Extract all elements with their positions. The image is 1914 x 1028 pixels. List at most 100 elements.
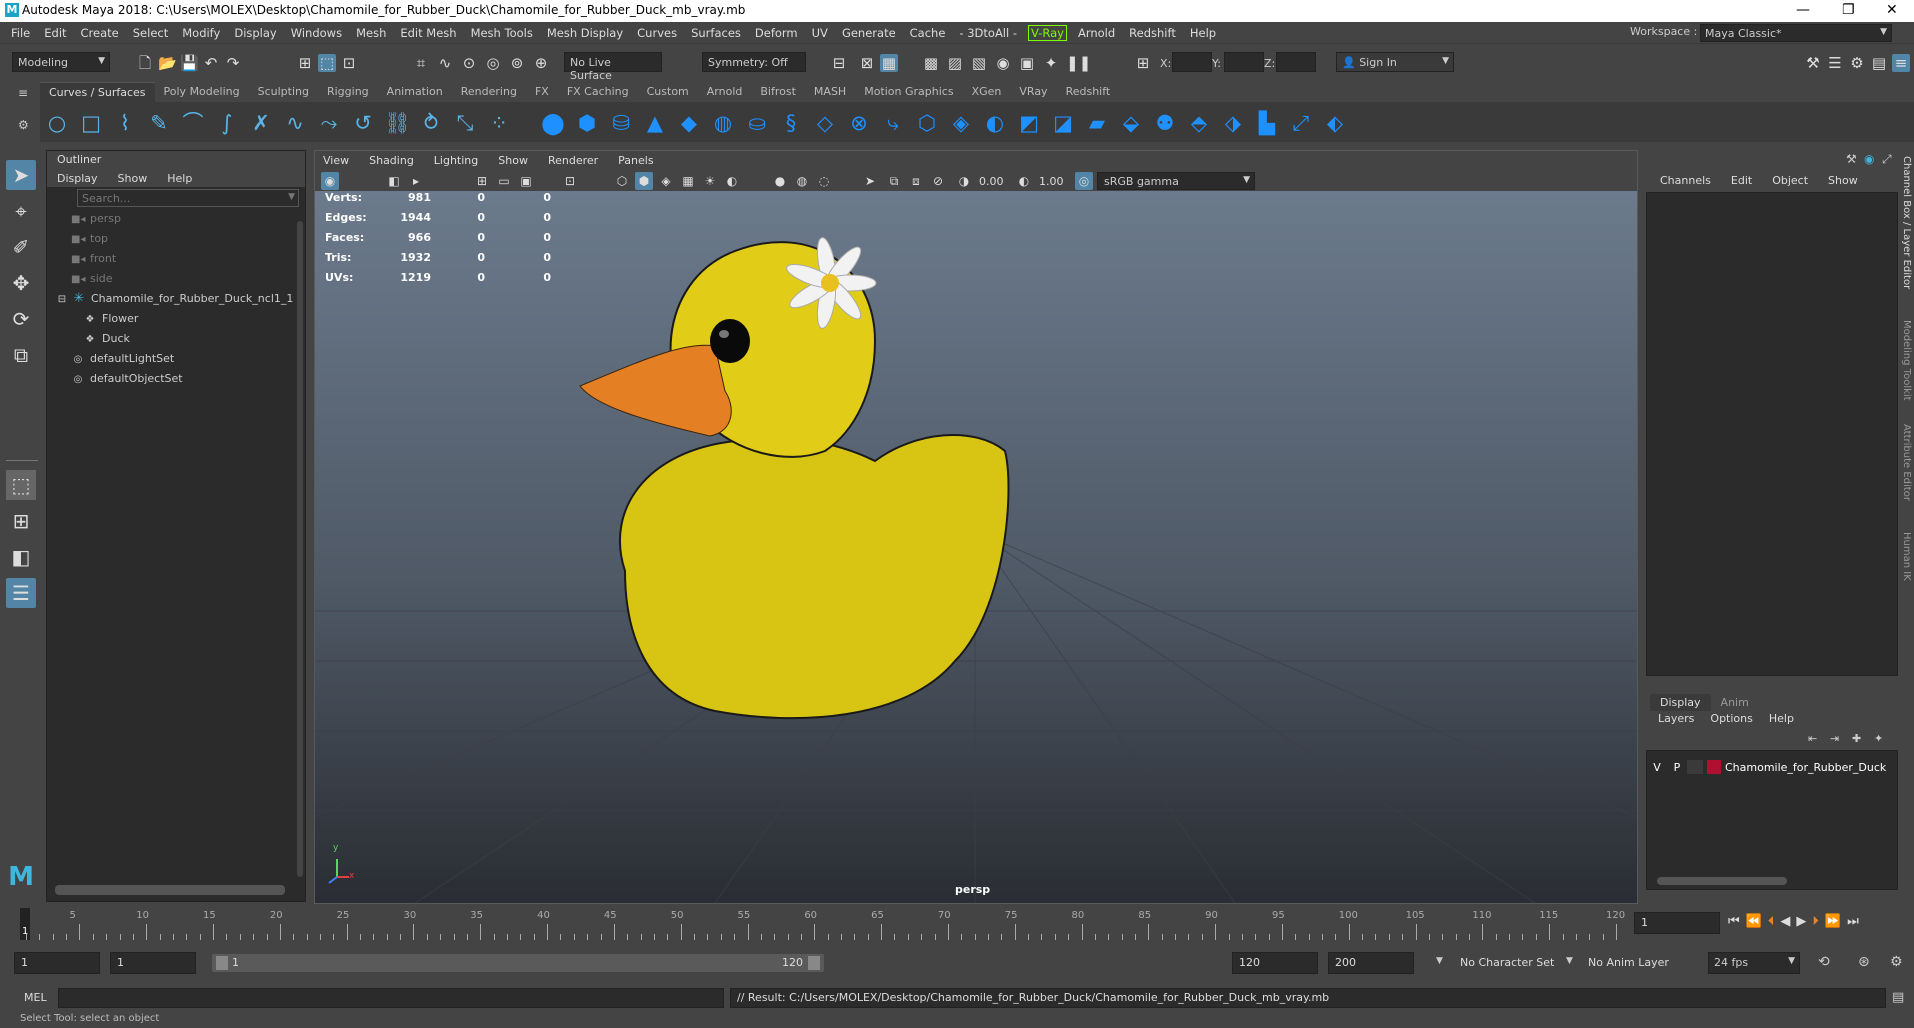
anim-layer-arrow-icon[interactable]: ▼ xyxy=(1566,956,1573,966)
side-tab-attribute-editor[interactable]: Attribute Editor xyxy=(1901,424,1912,501)
playback-end-field[interactable]: 120 xyxy=(1232,952,1318,974)
select-camera-icon[interactable]: ◉ xyxy=(321,172,339,190)
rotate-tool-icon[interactable]: ⟳ xyxy=(6,304,36,334)
film-gate-icon[interactable]: ▭ xyxy=(495,172,513,190)
pause-icon[interactable]: ❚❚ xyxy=(1066,54,1091,72)
xray-active-icon[interactable]: ⧈ xyxy=(907,172,925,190)
select-component-icon[interactable]: ⊡ xyxy=(340,54,358,72)
step-forward-key-icon[interactable]: ⏩ xyxy=(1825,914,1841,929)
character-set-label[interactable]: No Character Set xyxy=(1460,956,1554,969)
exposure-value[interactable]: 0.00 xyxy=(979,175,1004,188)
render-settings-icon[interactable]: ▧ xyxy=(970,54,988,72)
wireframe-on-shaded-icon[interactable]: ◈ xyxy=(657,172,675,190)
menu-edit-mesh[interactable]: Edit Mesh xyxy=(393,22,463,44)
viewport-menu-lighting[interactable]: Lighting xyxy=(426,151,490,171)
outliner-vscrollbar[interactable] xyxy=(297,221,303,877)
four-view-icon[interactable]: ⊞ xyxy=(6,506,36,536)
shelf-tab-bifrost[interactable]: Bifrost xyxy=(751,82,805,102)
viewport-menu-show[interactable]: Show xyxy=(490,151,540,171)
new-empty-layer-icon[interactable]: ✚ xyxy=(1852,732,1861,745)
command-language-label[interactable]: MEL xyxy=(24,991,47,1004)
snap-view-icon[interactable]: ◎ xyxy=(484,54,502,72)
menu-file[interactable]: File xyxy=(4,22,37,44)
shelf-tab-fx-caching[interactable]: FX Caching xyxy=(558,82,638,102)
y-field[interactable] xyxy=(1224,52,1264,72)
layer-hscrollbar[interactable] xyxy=(1657,877,1787,885)
outliner-menu-show[interactable]: Show xyxy=(108,172,158,185)
sign-in-button[interactable]: 👤 Sign In ▼ xyxy=(1336,52,1454,72)
select-tool-icon[interactable]: ➤ xyxy=(6,160,36,190)
channel-layer-icon[interactable]: ≡ xyxy=(1892,54,1910,72)
viewport-menu-view[interactable]: View xyxy=(315,151,361,171)
outliner-item-defaultobjectset[interactable]: ◎ defaultObjectSet xyxy=(47,369,287,389)
menu-mesh[interactable]: Mesh xyxy=(349,22,393,44)
character-set-arrow-icon[interactable]: ▼ xyxy=(1436,956,1443,966)
time-scale[interactable]: 1 5 10 15 20 25 30 35 40 45 50 55 60 65 70 75 80 85 90 95 1… xyxy=(18,906,1628,942)
anim-layer-label[interactable]: No Anim Layer xyxy=(1588,956,1669,969)
viewport-canvas[interactable]: y x Verts: 981 0 0 Edges: 1944 0 0 Faces: 966 0 0… xyxy=(315,191,1637,903)
shelf-tab-custom[interactable]: Custom xyxy=(638,82,698,102)
bezier-curve-icon[interactable]: ⌒ xyxy=(180,110,206,136)
tool-settings-icon[interactable]: ⚙ xyxy=(1848,54,1866,72)
new-scene-icon[interactable]: 🗋 xyxy=(136,54,154,72)
input-output-icon[interactable]: ⊠ xyxy=(858,54,876,72)
restore-button[interactable]: ❐ xyxy=(1842,2,1855,18)
side-tab-human-ik[interactable]: Human IK xyxy=(1901,532,1912,581)
shelf-tab-vray[interactable]: VRay xyxy=(1010,82,1056,102)
square-surface-icon[interactable]: ◈ xyxy=(948,110,974,136)
layer-tab-display[interactable]: Display xyxy=(1650,694,1711,711)
shelf-tab-motion-graphics[interactable]: Motion Graphics xyxy=(855,82,962,102)
offset-curve-icon[interactable]: ⥁ xyxy=(418,110,444,136)
outliner-item-flower[interactable]: ❖ Flower xyxy=(47,309,287,329)
menu-curves[interactable]: Curves xyxy=(630,22,684,44)
outliner-item-duck[interactable]: ❖ Duck xyxy=(47,329,287,349)
outliner-item-top[interactable]: ■◂ top xyxy=(47,229,287,249)
layer-visibility-toggle[interactable]: V xyxy=(1647,761,1667,774)
gamma-value[interactable]: 1.00 xyxy=(1039,175,1064,188)
modeling-toolkit-icon[interactable]: ⚒ xyxy=(1804,54,1822,72)
shelf-tab-rendering[interactable]: Rendering xyxy=(452,82,526,102)
menu-mesh-tools[interactable]: Mesh Tools xyxy=(464,22,540,44)
menu-display[interactable]: Display xyxy=(227,22,283,44)
colorspace-dropdown[interactable]: sRGB gamma ▼ xyxy=(1097,172,1255,190)
persp-outliner-icon[interactable]: ◧ xyxy=(6,542,36,572)
layer-menu-options[interactable]: Options xyxy=(1702,712,1760,725)
current-frame-field[interactable]: 1 xyxy=(1634,912,1720,934)
nurbs-cylinder-icon[interactable]: ⛁ xyxy=(608,110,634,136)
render-icon[interactable]: ✦ xyxy=(1042,54,1060,72)
scene-start-field[interactable]: 1 xyxy=(14,952,100,974)
fps-dropdown[interactable]: 24 fps ▼ xyxy=(1708,952,1800,974)
intersect-icon[interactable]: ◪ xyxy=(1050,110,1076,136)
viewport-menu-shading[interactable]: Shading xyxy=(361,151,426,171)
menu-help[interactable]: Help xyxy=(1183,22,1223,44)
outliner-menu-display[interactable]: Display xyxy=(47,172,108,185)
open-scene-icon[interactable]: 📂 xyxy=(158,54,177,72)
bevel-plus-icon[interactable]: ◐ xyxy=(982,110,1008,136)
snap-curve-icon[interactable]: ∿ xyxy=(436,54,454,72)
nurbs-sphere-icon[interactable]: ⬤ xyxy=(540,110,566,136)
minimize-button[interactable]: — xyxy=(1796,2,1810,18)
channel-pin-icon[interactable]: ⚒ xyxy=(1846,152,1857,166)
outliner-item-persp[interactable]: ■◂ persp xyxy=(47,209,287,229)
lights-icon[interactable]: ☀ xyxy=(701,172,719,190)
auto-key-icon[interactable]: ⊛ xyxy=(1858,954,1870,970)
menu-surfaces[interactable]: Surfaces xyxy=(684,22,748,44)
ipr-render-icon[interactable]: ▨ xyxy=(946,54,964,72)
paint-select-tool-icon[interactable]: ✐ xyxy=(6,232,36,262)
nurbs-cone-icon[interactable]: ▲ xyxy=(642,110,668,136)
extend-curve-icon[interactable]: ⛓ xyxy=(384,110,411,136)
channel-sync-icon[interactable]: ◉ xyxy=(1864,152,1874,166)
shelf-tab-animation[interactable]: Animation xyxy=(378,82,452,102)
symmetry-dropdown[interactable]: Symmetry: Off xyxy=(702,52,806,72)
x-field[interactable] xyxy=(1172,52,1212,72)
channel-menu-object[interactable]: Object xyxy=(1762,174,1818,187)
animation-prefs-icon[interactable]: ⚙ xyxy=(1890,954,1903,970)
exposure-icon[interactable]: ◑ xyxy=(955,172,973,190)
shelf-tab-xgen[interactable]: XGen xyxy=(963,82,1011,102)
layer-name[interactable]: Chamomile_for_Rubber_Duck xyxy=(1725,761,1886,774)
render-frame-icon[interactable]: ▩ xyxy=(922,54,940,72)
grid-icon[interactable]: ⊞ xyxy=(473,172,491,190)
resolution-gate-icon[interactable]: ▣ xyxy=(517,172,535,190)
loop-icon[interactable]: ⟲ xyxy=(1818,954,1830,970)
nurbs-square-icon[interactable]: □ xyxy=(78,110,104,136)
